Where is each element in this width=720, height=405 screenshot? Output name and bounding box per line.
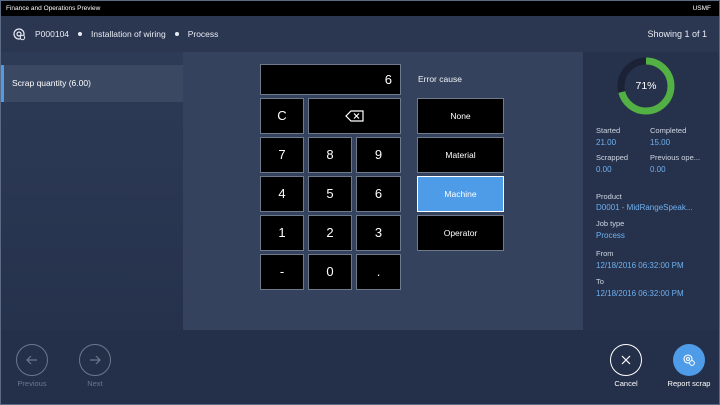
arrow-left-icon xyxy=(26,355,37,365)
key-minus[interactable]: - xyxy=(260,254,304,290)
to-value: 12/18/2016 06:32:00 PM xyxy=(596,289,684,298)
backspace-key[interactable] xyxy=(308,98,401,134)
started-label: Started xyxy=(596,126,621,135)
keypad-panel: 6 C 7 8 9 4 5 6 1 2 3 - 0 . Error cause … xyxy=(183,52,583,330)
key-decimal[interactable]: . xyxy=(356,254,401,290)
company-label: USMF xyxy=(692,5,711,12)
breadcrumb-separator xyxy=(174,32,179,36)
completed-label: Completed xyxy=(650,126,687,135)
close-icon xyxy=(621,355,631,365)
error-cause-operator[interactable]: Operator xyxy=(417,215,504,251)
job-header: P000104 Installation of wiring Process S… xyxy=(1,16,719,52)
previous-label: Previous xyxy=(17,379,47,388)
product-value: D0001 - MidRangeSpeak... xyxy=(596,203,693,212)
job-type-value: Process xyxy=(596,231,625,240)
quantity-display: 6 xyxy=(260,64,401,95)
breadcrumb-job-id: P000104 xyxy=(35,29,70,39)
key-6[interactable]: 6 xyxy=(356,176,401,212)
app-title: Finance and Operations Preview xyxy=(6,5,101,12)
report-scrap-icon xyxy=(683,354,695,366)
title-bar: Finance and Operations Preview USMF xyxy=(1,1,719,16)
clear-key[interactable]: C xyxy=(260,98,304,134)
key-4[interactable]: 4 xyxy=(260,176,304,212)
cancel-button[interactable] xyxy=(610,344,642,376)
progress-percent: 71% xyxy=(635,80,657,92)
action-bar: Previous Next Cancel Report scrap xyxy=(1,330,719,404)
error-cause-label: Error cause xyxy=(418,74,462,84)
scrapped-value: 0.00 xyxy=(596,165,612,174)
key-9[interactable]: 9 xyxy=(356,137,401,173)
record-count: Showing 1 of 1 xyxy=(647,29,707,39)
report-scrap-label: Report scrap xyxy=(667,379,711,388)
error-cause-material[interactable]: Material xyxy=(417,137,504,173)
key-8[interactable]: 8 xyxy=(308,137,352,173)
scrapped-label: Scrapped xyxy=(596,153,629,162)
backspace-icon xyxy=(344,110,364,122)
started-value: 21.00 xyxy=(596,138,617,147)
completed-value: 15.00 xyxy=(650,138,671,147)
to-label: To xyxy=(596,277,604,286)
next-label: Next xyxy=(87,379,103,388)
field-list: Scrap quantity (6.00) xyxy=(1,52,183,330)
error-cause-machine[interactable]: Machine xyxy=(417,176,504,212)
breadcrumb-operation: Installation of wiring xyxy=(91,29,166,39)
cancel-label: Cancel xyxy=(614,379,638,388)
breadcrumb-separator xyxy=(78,32,83,36)
app-window: Finance and Operations Preview USMF P000… xyxy=(0,0,720,405)
breadcrumb-job-type: Process xyxy=(187,29,219,39)
job-details-panel: 71% Started 21.00 Completed 15.00 Scrapp… xyxy=(583,52,719,330)
job-type-label: Job type xyxy=(596,219,625,228)
product-label: Product xyxy=(596,192,622,201)
field-item-scrap-quantity[interactable]: Scrap quantity (6.00) xyxy=(1,65,183,102)
from-label: From xyxy=(596,249,614,258)
key-5[interactable]: 5 xyxy=(308,176,352,212)
key-3[interactable]: 3 xyxy=(356,215,401,251)
key-0[interactable]: 0 xyxy=(308,254,352,290)
arrow-right-icon xyxy=(90,355,101,365)
next-button[interactable] xyxy=(79,344,111,376)
key-1[interactable]: 1 xyxy=(260,215,304,251)
report-scrap-button[interactable] xyxy=(673,344,705,376)
previous-button[interactable] xyxy=(16,344,48,376)
breadcrumb: P000104 Installation of wiring Process xyxy=(35,16,218,52)
from-value: 12/18/2016 06:32:00 PM xyxy=(596,261,684,270)
key-7[interactable]: 7 xyxy=(260,137,304,173)
key-2[interactable]: 2 xyxy=(308,215,352,251)
error-cause-none[interactable]: None xyxy=(417,98,504,134)
previous-operation-label: Previous ope... xyxy=(650,153,701,162)
job-gear-icon xyxy=(13,28,26,41)
previous-operation-value: 0.00 xyxy=(650,165,666,174)
